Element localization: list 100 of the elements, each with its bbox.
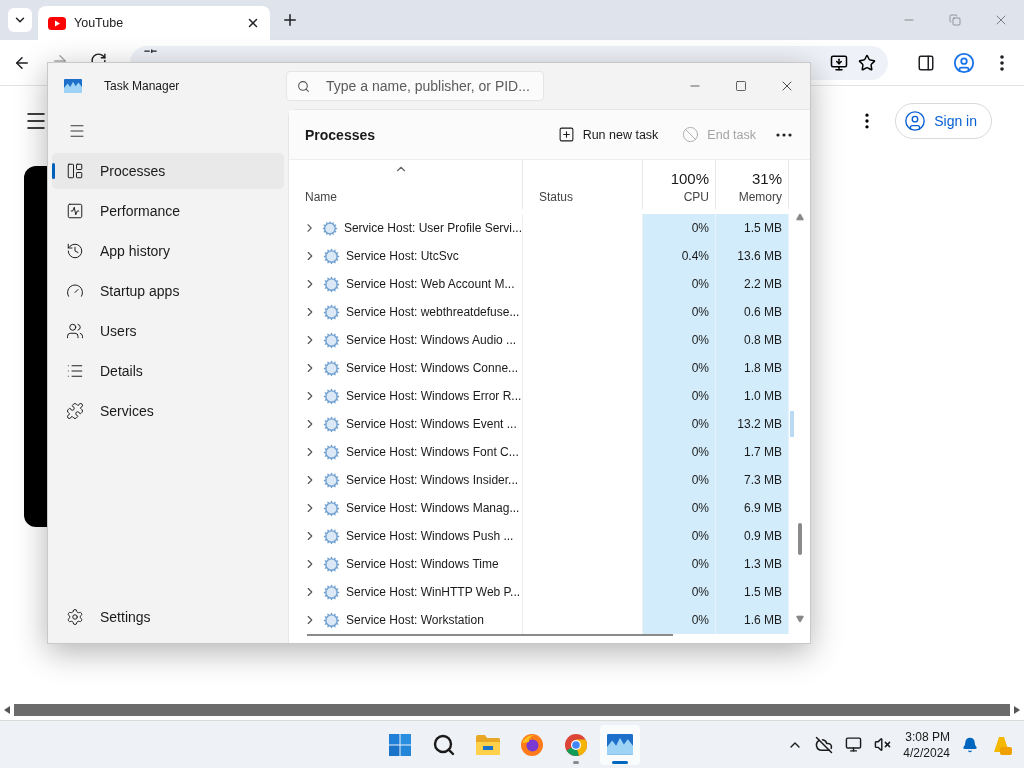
processes-icon bbox=[66, 162, 84, 180]
search-field[interactable]: Type a name, publisher, or PID... bbox=[286, 71, 544, 101]
clock-time: 3:08 PM bbox=[905, 728, 950, 745]
users-icon bbox=[66, 322, 84, 340]
browser-tab[interactable]: YouTube bbox=[38, 6, 270, 40]
gear-icon bbox=[323, 443, 340, 461]
scrollbar-thumb[interactable] bbox=[307, 634, 673, 636]
process-name-cell[interactable]: Service Host: Web Account M... bbox=[289, 270, 523, 298]
scrollbar-thumb[interactable] bbox=[14, 704, 1010, 716]
memory-cell: 0.6 MB bbox=[716, 298, 789, 326]
gear-icon bbox=[323, 247, 340, 265]
cpu-cell: 0% bbox=[643, 354, 716, 382]
gear-icon bbox=[322, 219, 338, 237]
column-header[interactable]: 100% CPU bbox=[643, 160, 716, 209]
nav-item[interactable]: Details bbox=[52, 353, 284, 389]
nav-item[interactable]: Users bbox=[52, 313, 284, 349]
gear-icon bbox=[323, 415, 340, 433]
memory-cell: 1.0 MB bbox=[716, 382, 789, 410]
nav-item[interactable]: Performance bbox=[52, 193, 284, 229]
install-icon[interactable] bbox=[830, 53, 848, 72]
cloud-off-icon[interactable] bbox=[815, 735, 834, 754]
cpu-cell: 0% bbox=[643, 550, 716, 578]
process-name-cell[interactable]: Service Host: Windows Push ... bbox=[289, 522, 523, 550]
scroll-marker bbox=[789, 411, 794, 437]
column-label: CPU bbox=[683, 190, 709, 204]
process-name-cell[interactable]: Service Host: Windows Conne... bbox=[289, 354, 523, 382]
memory-cell: 1.6 MB bbox=[716, 606, 789, 634]
scroll-left-icon[interactable] bbox=[4, 706, 10, 714]
memory-cell: 1.5 MB bbox=[716, 214, 789, 242]
cpu-cell: 0% bbox=[643, 382, 716, 410]
settings-item[interactable]: Settings bbox=[52, 599, 284, 635]
star-icon[interactable] bbox=[858, 53, 876, 72]
bell-icon[interactable] bbox=[962, 736, 978, 753]
cpu-cell: 0% bbox=[643, 522, 716, 550]
ban-icon bbox=[682, 126, 700, 143]
activity-icon bbox=[66, 202, 84, 220]
memory-cell: 1.7 MB bbox=[716, 438, 789, 466]
tab-search-button[interactable] bbox=[8, 8, 32, 32]
history-icon bbox=[66, 242, 84, 260]
run-task-button[interactable]: Run new task bbox=[545, 118, 671, 151]
gear-icon bbox=[323, 499, 340, 517]
scrollbar-thumb[interactable] bbox=[797, 523, 802, 555]
windows-logo-icon bbox=[388, 732, 412, 757]
task-manager-icon bbox=[607, 734, 633, 755]
column-label: Status bbox=[539, 190, 574, 204]
memory-cell: 0.9 MB bbox=[716, 522, 789, 550]
search-icon bbox=[297, 79, 310, 93]
scroll-down-icon[interactable] bbox=[795, 615, 804, 623]
more-icon bbox=[1000, 54, 1004, 71]
app-logo-icon bbox=[64, 78, 82, 94]
nav-item[interactable]: Processes bbox=[52, 153, 284, 189]
process-name-cell[interactable]: Service Host: Windows Manag... bbox=[289, 494, 523, 522]
process-name-cell[interactable]: Service Host: Windows Event ... bbox=[289, 410, 523, 438]
gear-icon bbox=[323, 555, 340, 573]
nav-item[interactable]: App history bbox=[52, 233, 284, 269]
close-icon[interactable] bbox=[246, 16, 260, 30]
cpu-cell: 0.4% bbox=[643, 242, 716, 270]
clock[interactable]: 3:08 PM 4/2/2024 bbox=[903, 728, 950, 761]
sign-in-button[interactable]: Sign in bbox=[895, 102, 992, 139]
user-icon bbox=[904, 109, 927, 132]
nav-item[interactable]: Startup apps bbox=[52, 273, 284, 309]
process-name-cell[interactable]: Service Host: User Profile Servi... bbox=[289, 214, 523, 242]
process-name-cell[interactable]: Service Host: Windows Audio ... bbox=[289, 326, 523, 354]
plus-icon bbox=[281, 11, 299, 29]
restore-icon bbox=[949, 14, 961, 26]
scroll-up-icon[interactable] bbox=[795, 213, 804, 221]
column-header[interactable]: 31% Memory bbox=[716, 160, 789, 209]
network-icon[interactable] bbox=[845, 736, 863, 753]
process-name-cell[interactable]: Service Host: Windows Time bbox=[289, 550, 523, 578]
process-name-cell[interactable]: Service Host: webthreatdefuse... bbox=[289, 298, 523, 326]
gear-icon bbox=[323, 583, 340, 601]
column-total: 31% bbox=[751, 170, 782, 187]
column-label: Name bbox=[305, 190, 337, 204]
menu-icon bbox=[68, 122, 86, 140]
process-name-cell[interactable]: Service Host: Windows Error R... bbox=[289, 382, 523, 410]
process-name-cell[interactable]: Service Host: Windows Font C... bbox=[289, 438, 523, 466]
memory-cell: 2.2 MB bbox=[716, 270, 789, 298]
nav-item[interactable]: Services bbox=[52, 393, 284, 429]
memory-cell: 1.3 MB bbox=[716, 550, 789, 578]
firefox-icon bbox=[520, 732, 544, 757]
memory-cell: 1.8 MB bbox=[716, 354, 789, 382]
process-name-cell[interactable]: Service Host: UtcSvc bbox=[289, 242, 523, 270]
search-icon bbox=[432, 732, 456, 757]
column-header[interactable]: Status bbox=[523, 160, 643, 209]
scroll-right-icon[interactable] bbox=[1014, 706, 1020, 714]
cpu-cell: 0% bbox=[643, 466, 716, 494]
gear-icon bbox=[323, 527, 340, 545]
column-header[interactable]: Name bbox=[289, 160, 523, 209]
memory-cell: 13.2 MB bbox=[716, 410, 789, 438]
chrome-icon bbox=[564, 732, 588, 757]
column-total: 100% bbox=[670, 170, 709, 187]
gear-icon bbox=[323, 387, 340, 405]
memory-cell: 6.9 MB bbox=[716, 494, 789, 522]
cpu-cell: 0% bbox=[643, 438, 716, 466]
process-name-cell[interactable]: Service Host: WinHTTP Web P... bbox=[289, 578, 523, 606]
memory-cell: 1.5 MB bbox=[716, 578, 789, 606]
process-name-cell[interactable]: Service Host: Windows Insider... bbox=[289, 466, 523, 494]
cpu-cell: 0% bbox=[643, 214, 716, 242]
mute-icon[interactable] bbox=[874, 736, 892, 753]
memory-cell: 13.6 MB bbox=[716, 242, 789, 270]
